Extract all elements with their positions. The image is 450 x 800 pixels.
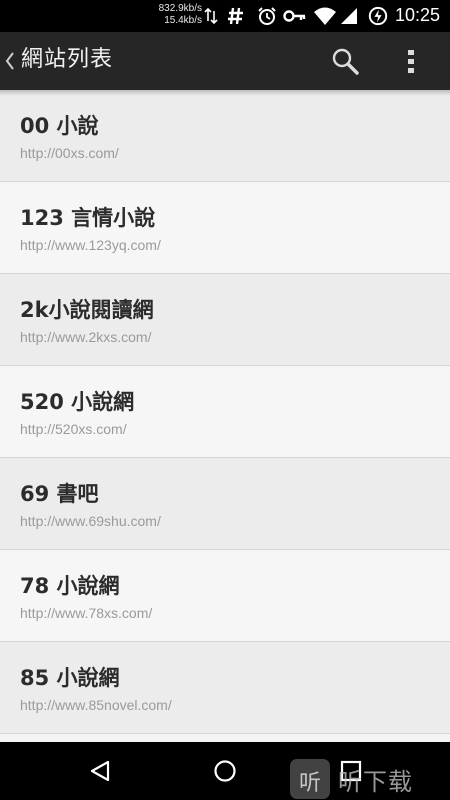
watermark-text: 听下载 [338, 768, 413, 796]
site-list: 00 小說 http://00xs.com/ 123 言情小說 http://w… [0, 90, 450, 734]
battery-charging-icon [368, 6, 388, 26]
site-url: http://www.85novel.com/ [20, 697, 172, 713]
network-speed: 832.9kb/s 15.4kb/s [150, 3, 202, 27]
status-bar: 832.9kb/s 15.4kb/s 10:25 [0, 0, 450, 32]
site-name: 78 小說網 [20, 574, 120, 598]
site-row[interactable]: 123 言情小說 http://www.123yq.com/ [0, 182, 450, 274]
signal-icon [341, 8, 357, 24]
site-url: http://www.2kxs.com/ [20, 329, 152, 345]
page-title[interactable]: 網站列表 [21, 45, 113, 75]
data-arrows-icon [204, 7, 218, 25]
action-bar-shadow [0, 90, 450, 96]
site-name: 00 小說 [20, 114, 99, 138]
site-url: http://00xs.com/ [20, 145, 119, 161]
site-name: 85 小說網 [20, 666, 120, 690]
nav-home-icon[interactable] [213, 759, 237, 783]
speed-up: 15.4kb/s [164, 15, 202, 26]
watermark-logo-glyph: 听 [298, 771, 321, 796]
speed-down: 832.9kb/s [158, 3, 202, 14]
overflow-menu-icon[interactable] [405, 46, 417, 76]
hash-icon [228, 7, 243, 25]
site-name: 123 言情小說 [20, 206, 156, 230]
site-url: http://www.123yq.com/ [20, 237, 161, 253]
site-row[interactable]: 69 書吧 http://www.69shu.com/ [0, 458, 450, 550]
alarm-icon [258, 7, 276, 25]
site-name: 2k小說閱讀網 [20, 298, 154, 322]
site-row[interactable]: 00 小說 http://00xs.com/ [0, 90, 450, 182]
clock: 10:25 [394, 5, 440, 25]
site-url: http://520xs.com/ [20, 421, 127, 437]
wifi-icon [314, 7, 336, 25]
search-icon[interactable] [330, 46, 360, 76]
site-row[interactable]: 85 小說網 http://www.85novel.com/ [0, 642, 450, 734]
watermark-logo: 听 [290, 759, 330, 799]
site-url: http://www.69shu.com/ [20, 513, 161, 529]
site-row[interactable]: 2k小說閱讀網 http://www.2kxs.com/ [0, 274, 450, 366]
site-name: 520 小說網 [20, 390, 135, 414]
action-bar: 網站列表 [0, 32, 450, 90]
site-url: http://www.78xs.com/ [20, 605, 153, 621]
vpn-key-icon [283, 10, 306, 22]
site-row[interactable]: 78 小說網 http://www.78xs.com/ [0, 550, 450, 642]
nav-back-icon[interactable] [88, 759, 112, 783]
chevron-left-icon[interactable] [4, 51, 16, 71]
site-row[interactable]: 520 小說網 http://520xs.com/ [0, 366, 450, 458]
site-name: 69 書吧 [20, 482, 99, 506]
